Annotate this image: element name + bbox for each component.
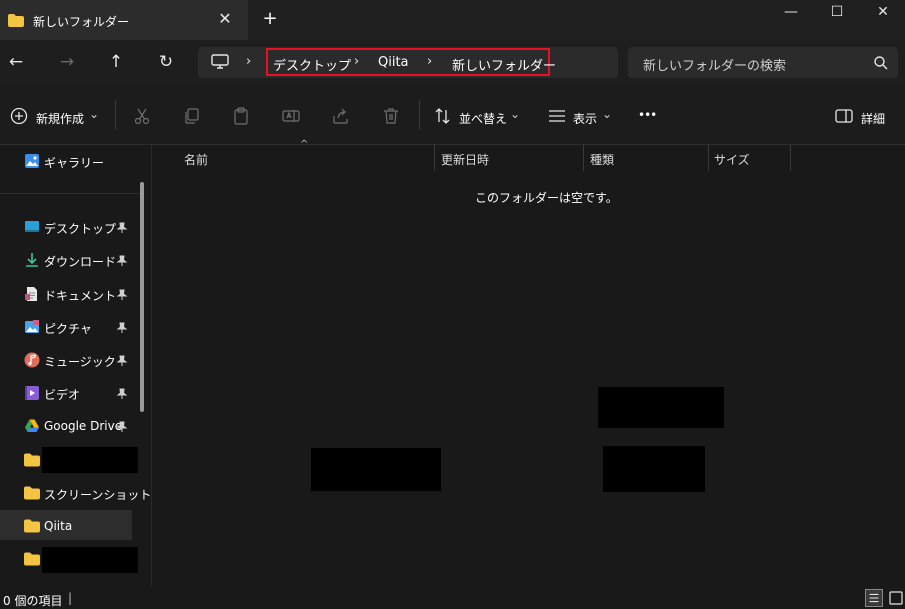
breadcrumb-chevron-icon[interactable]: › — [354, 54, 359, 69]
sidebar-item-label: ミュージック — [44, 355, 116, 369]
sort-ascending-icon: ^ — [300, 139, 309, 150]
sidebar-item-label: ドキュメント — [44, 289, 117, 303]
details-pane-icon[interactable] — [834, 106, 854, 126]
redaction-block — [598, 387, 724, 428]
toolbar-divider — [115, 100, 116, 130]
redaction-block — [42, 447, 138, 473]
folder-icon — [24, 552, 40, 566]
view-dropdown-icon[interactable]: ⌄ — [602, 107, 612, 121]
pin-icon[interactable] — [116, 255, 128, 267]
pin-icon[interactable] — [116, 222, 128, 234]
sidebar-item-label: Qiita — [44, 519, 73, 533]
delete-icon[interactable] — [381, 106, 401, 126]
view-button[interactable]: 表示 — [573, 110, 597, 127]
computer-icon[interactable] — [211, 54, 229, 70]
column-header-name[interactable]: 名前 — [184, 151, 208, 168]
toolbar-divider — [419, 100, 420, 130]
new-tab-button[interactable]: + — [262, 10, 278, 28]
pin-icon[interactable] — [116, 355, 128, 367]
sort-dropdown-icon[interactable]: ⌄ — [510, 107, 520, 121]
empty-folder-message: このフォルダーは空です。 — [475, 191, 618, 205]
sidebar-item-label: Google Drive — [44, 419, 123, 433]
new-icon[interactable] — [9, 106, 29, 126]
view-icon[interactable] — [547, 106, 567, 126]
copy-icon[interactable] — [182, 106, 202, 126]
paste-icon[interactable] — [231, 106, 251, 126]
sort-button[interactable]: 並べ替え — [459, 110, 507, 127]
pin-icon[interactable] — [116, 421, 128, 433]
gallery-icon — [25, 154, 39, 168]
rename-icon[interactable] — [281, 106, 301, 126]
sidebar-scrollbar[interactable] — [140, 182, 144, 412]
pin-icon[interactable] — [116, 388, 128, 400]
column-divider[interactable] — [583, 145, 584, 171]
column-divider[interactable] — [434, 145, 435, 171]
folder-icon — [24, 453, 40, 467]
sidebar-item-label: スクリーンショット — [44, 488, 152, 502]
cut-icon[interactable] — [132, 106, 152, 126]
desktop-icon — [25, 221, 39, 232]
breadcrumb-new-folder[interactable]: 新しいフォルダー — [452, 55, 556, 74]
new-button[interactable]: 新規作成 — [36, 110, 84, 127]
item-count: 0 個の項目 — [3, 594, 63, 608]
column-divider[interactable] — [708, 145, 709, 171]
forward-button[interactable]: → — [56, 51, 78, 73]
redaction-block — [603, 446, 705, 492]
pin-icon[interactable] — [116, 322, 128, 334]
folder-icon — [24, 486, 40, 500]
column-header-size[interactable]: サイズ — [714, 151, 750, 168]
breadcrumb-desktop[interactable]: デスクトップ — [273, 55, 351, 74]
details-view-icon[interactable] — [865, 589, 883, 607]
breadcrumb-chevron-icon[interactable]: › — [427, 54, 432, 69]
column-header-modified[interactable]: 更新日時 — [441, 151, 489, 168]
redaction-block — [311, 448, 441, 491]
sidebar-item-label: ピクチャ — [44, 322, 92, 336]
sidebar-item-label: ダウンロード — [44, 255, 117, 269]
documents-icon — [25, 287, 37, 301]
details-button[interactable]: 詳細 — [861, 110, 885, 127]
column-divider[interactable] — [790, 145, 791, 171]
maximize-button[interactable]: ☐ — [814, 0, 860, 26]
search-icon[interactable] — [873, 55, 889, 71]
sidebar-item-label: ギャラリー — [44, 156, 105, 170]
sort-icon[interactable] — [433, 106, 453, 126]
minimize-button[interactable]: — — [768, 0, 814, 26]
status-bar — [0, 586, 905, 608]
breadcrumb-chevron-icon[interactable]: › — [246, 54, 251, 69]
column-header-type[interactable]: 種類 — [590, 151, 614, 168]
sidebar-item-label: デスクトップ — [44, 222, 117, 236]
back-button[interactable]: ← — [5, 51, 27, 73]
breadcrumb-qiita[interactable]: Qiita — [378, 55, 409, 70]
redaction-block — [42, 547, 138, 573]
tiles-view-icon[interactable] — [887, 589, 905, 607]
music-icon — [24, 352, 40, 368]
sidebar-item-label: ビデオ — [44, 388, 81, 402]
folder-icon — [24, 519, 40, 533]
new-dropdown-icon[interactable]: ⌄ — [89, 107, 99, 121]
google-drive-icon — [25, 419, 39, 432]
close-button[interactable]: ✕ — [860, 0, 905, 26]
up-button[interactable]: ↑ — [105, 51, 127, 73]
search-input[interactable]: 新しいフォルダーの検索 — [643, 55, 786, 74]
folder-icon — [8, 14, 24, 27]
status-divider: | — [68, 591, 73, 605]
download-icon — [26, 253, 38, 267]
videos-icon — [25, 386, 39, 400]
tab-title: 新しいフォルダー — [33, 15, 130, 29]
pictures-icon — [25, 320, 39, 333]
pin-icon[interactable] — [116, 289, 128, 301]
tab-close-icon[interactable]: ✕ — [216, 10, 234, 28]
sidebar-divider — [0, 193, 140, 194]
more-options-icon[interactable]: ••• — [638, 108, 657, 122]
share-icon[interactable] — [331, 106, 351, 126]
refresh-button[interactable]: ↻ — [155, 51, 177, 73]
